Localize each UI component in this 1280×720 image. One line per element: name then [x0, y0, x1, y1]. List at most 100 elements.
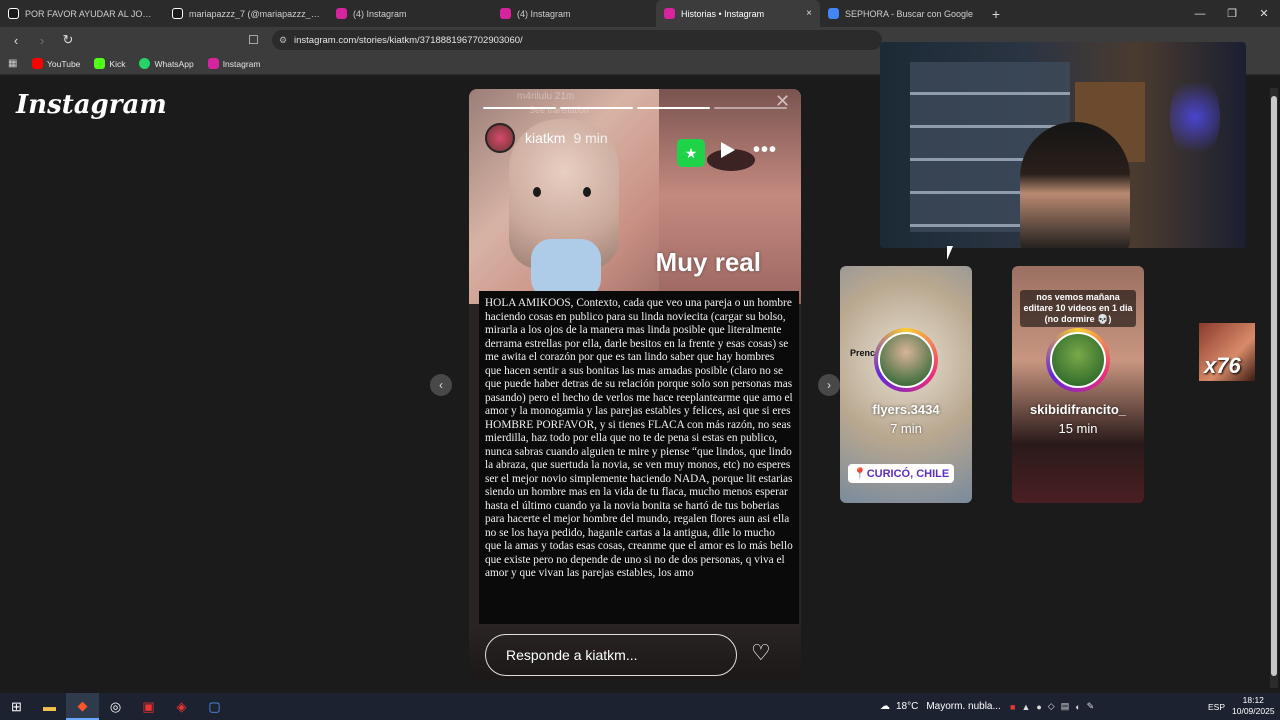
card-time: 7 min	[890, 421, 922, 436]
next-story-card-skibidifrancito[interactable]: nos vemos mañana editare 10 videos en 1 …	[1012, 266, 1144, 503]
progress-segment	[714, 107, 787, 109]
tab-4-active[interactable]: Historias • Instagram ×	[656, 0, 820, 27]
plush-dress	[531, 239, 601, 299]
reply-input[interactable]: Responde a kiatkm...	[485, 634, 737, 676]
blue-light-image	[1170, 72, 1220, 162]
next-story-arrow-icon[interactable]: ›	[818, 374, 840, 396]
site-info-icon[interactable]: ⚙	[279, 35, 287, 46]
roblox-icon[interactable]: ▢	[198, 693, 231, 720]
new-tab-button[interactable]: +	[984, 0, 1008, 27]
story-header: kiatkm 9 min	[485, 123, 785, 153]
weather-temp: 18°C	[896, 701, 919, 712]
avatar	[1050, 332, 1106, 388]
mouse-cursor-icon	[947, 246, 959, 260]
close-window-icon[interactable]: ✕	[1248, 0, 1280, 27]
tab-1[interactable]: mariapazzz_7 (@mariapazzz_7) | TikT	[164, 0, 328, 27]
tab-5[interactable]: SEPHORA - Buscar con Google	[820, 0, 984, 27]
network-icon[interactable]: ▤	[1061, 701, 1070, 712]
tiktok-favicon-icon	[172, 8, 183, 19]
window-controls: — ❐ ✕	[1184, 0, 1280, 27]
bookmark-youtube[interactable]: YouTube	[32, 58, 80, 69]
story-text-block: HOLA AMIKOOS, Contexto, cada que veo una…	[479, 291, 799, 624]
bookmark-whatsapp[interactable]: WhatsApp	[139, 58, 194, 69]
url-field[interactable]: ⚙ instagram.com/stories/kiatkm/371888196…	[272, 30, 882, 50]
scrollbar-thumb[interactable]	[1271, 96, 1277, 676]
story-time: 9 min	[573, 130, 608, 146]
card-username: skibidifrancito_	[1029, 402, 1127, 417]
instagram-favicon-icon	[336, 8, 347, 19]
tab-0[interactable]: POR FAVOR AYUDAR AL JOVEN SI AI	[0, 0, 164, 27]
system-tray: ■ ▲ ● ◇ ▤ ◐ ✎	[1010, 693, 1094, 720]
minimize-icon[interactable]: —	[1184, 0, 1216, 27]
brave-browser-icon[interactable]: ◆	[66, 693, 99, 720]
story-viewer[interactable]: m4rilulu 21m See translation ✕ kiatkm 9 …	[469, 89, 801, 679]
taskbar-clock[interactable]: 18:12 10/09/2025	[1232, 695, 1275, 717]
back-icon[interactable]: ‹	[6, 33, 26, 48]
avatar[interactable]	[485, 123, 515, 153]
reload-icon[interactable]: ↻	[58, 32, 78, 48]
voicemeeter-icon[interactable]: ▣	[132, 693, 165, 720]
youtube-icon	[32, 58, 43, 69]
previous-story-arrow-icon[interactable]: ‹	[430, 374, 452, 396]
tray-app-icon[interactable]: ■	[1010, 702, 1015, 712]
cloud-icon: ☁	[880, 701, 890, 712]
instagram-icon	[207, 58, 219, 69]
ghost-previous-user: m4rilulu 21m	[517, 91, 575, 102]
microphone-icon[interactable]: ●	[1036, 702, 1041, 712]
page-scrollbar[interactable]	[1270, 88, 1278, 688]
tray-app-icon[interactable]: ▲	[1021, 702, 1030, 712]
next-story-card-flyers[interactable]: Prenc flyers.3434 7 min 📍CURICÓ, CHILE	[840, 266, 972, 503]
url-text: instagram.com/stories/kiatkm/37188819677…	[294, 34, 523, 46]
windows-start-icon[interactable]: ⊞	[0, 693, 33, 720]
clock-time: 18:12	[1242, 695, 1264, 705]
progress-segment	[560, 107, 633, 109]
forward-icon[interactable]: ›	[32, 33, 52, 48]
story-avatar-ring	[874, 328, 938, 392]
streaming-app-icon[interactable]: ◈	[165, 693, 198, 720]
pen-icon[interactable]: ✎	[1087, 701, 1095, 712]
avatar	[878, 332, 934, 388]
progress-segment	[637, 107, 710, 109]
obs-icon[interactable]: ◎	[99, 693, 132, 720]
close-friends-star-icon: ★	[677, 139, 705, 167]
tab-2[interactable]: (4) Instagram	[328, 0, 492, 27]
apps-grid-icon[interactable]: ▦	[8, 58, 20, 69]
story-overlay-text: Muy real	[655, 247, 762, 277]
card-side-text: Prenc	[850, 348, 876, 358]
instagram-favicon-icon	[664, 8, 675, 19]
reply-area: Responde a kiatkm... ♡	[469, 624, 801, 679]
weather-description: Mayorm. nubla...	[926, 701, 1001, 712]
story-username[interactable]: kiatkm	[525, 130, 565, 146]
bookmark-instagram[interactable]: Instagram	[207, 58, 260, 69]
kick-icon	[94, 58, 106, 69]
windows-taskbar: ⊞ ▬ ◆ ◎ ▣ ◈ ▢ ☁ 18°C Mayorm. nubla... ■ …	[0, 693, 1280, 720]
language-indicator[interactable]: ESP	[1208, 693, 1225, 720]
streamer-image	[1020, 122, 1130, 248]
tray-app-icon[interactable]: ◇	[1048, 701, 1055, 712]
card-username: flyers.3434	[872, 402, 940, 417]
bookmark-kick[interactable]: Kick	[94, 58, 125, 69]
progress-segment	[483, 107, 556, 109]
story-avatar-ring	[1046, 328, 1110, 392]
volume-icon[interactable]: ◐	[1075, 702, 1080, 712]
maximize-icon[interactable]: ❐	[1216, 0, 1248, 27]
card-time: 15 min	[1058, 421, 1098, 436]
plush-eye	[583, 187, 591, 197]
tab-3[interactable]: (4) Instagram	[492, 0, 656, 27]
bookmark-icon[interactable]: ☐	[248, 33, 259, 47]
webcam-overlay	[880, 42, 1246, 248]
play-icon[interactable]	[721, 142, 735, 158]
tiktok-favicon-icon	[8, 8, 19, 19]
location-sticker: 📍CURICÓ, CHILE	[848, 464, 955, 483]
close-tab-icon[interactable]: ×	[806, 8, 812, 19]
story-progress-bar	[483, 107, 787, 109]
more-options-icon[interactable]: •••	[753, 139, 777, 162]
google-favicon-icon	[828, 8, 839, 19]
like-heart-icon[interactable]: ♡	[751, 640, 771, 666]
card-caption: nos vemos mañana editare 10 videos en 1 …	[1020, 290, 1136, 327]
file-explorer-icon[interactable]: ▬	[33, 693, 66, 720]
plush-eye	[533, 187, 541, 197]
weather-widget[interactable]: ☁ 18°C Mayorm. nubla...	[880, 693, 1001, 720]
instagram-favicon-icon	[500, 8, 511, 19]
instagram-logo[interactable]: Instagram	[16, 90, 167, 120]
